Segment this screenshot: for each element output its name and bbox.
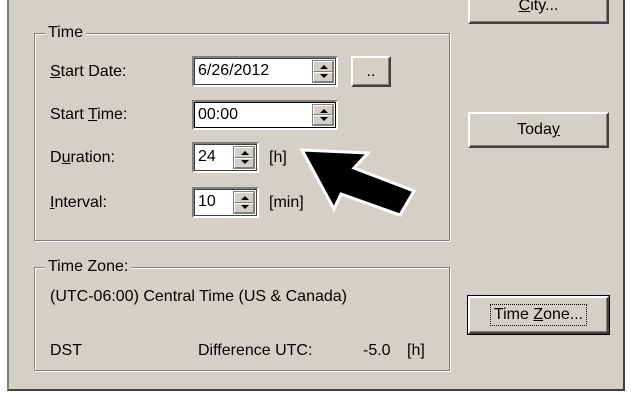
arrow-shape <box>299 148 417 217</box>
pointer-arrow-icon <box>299 148 417 217</box>
